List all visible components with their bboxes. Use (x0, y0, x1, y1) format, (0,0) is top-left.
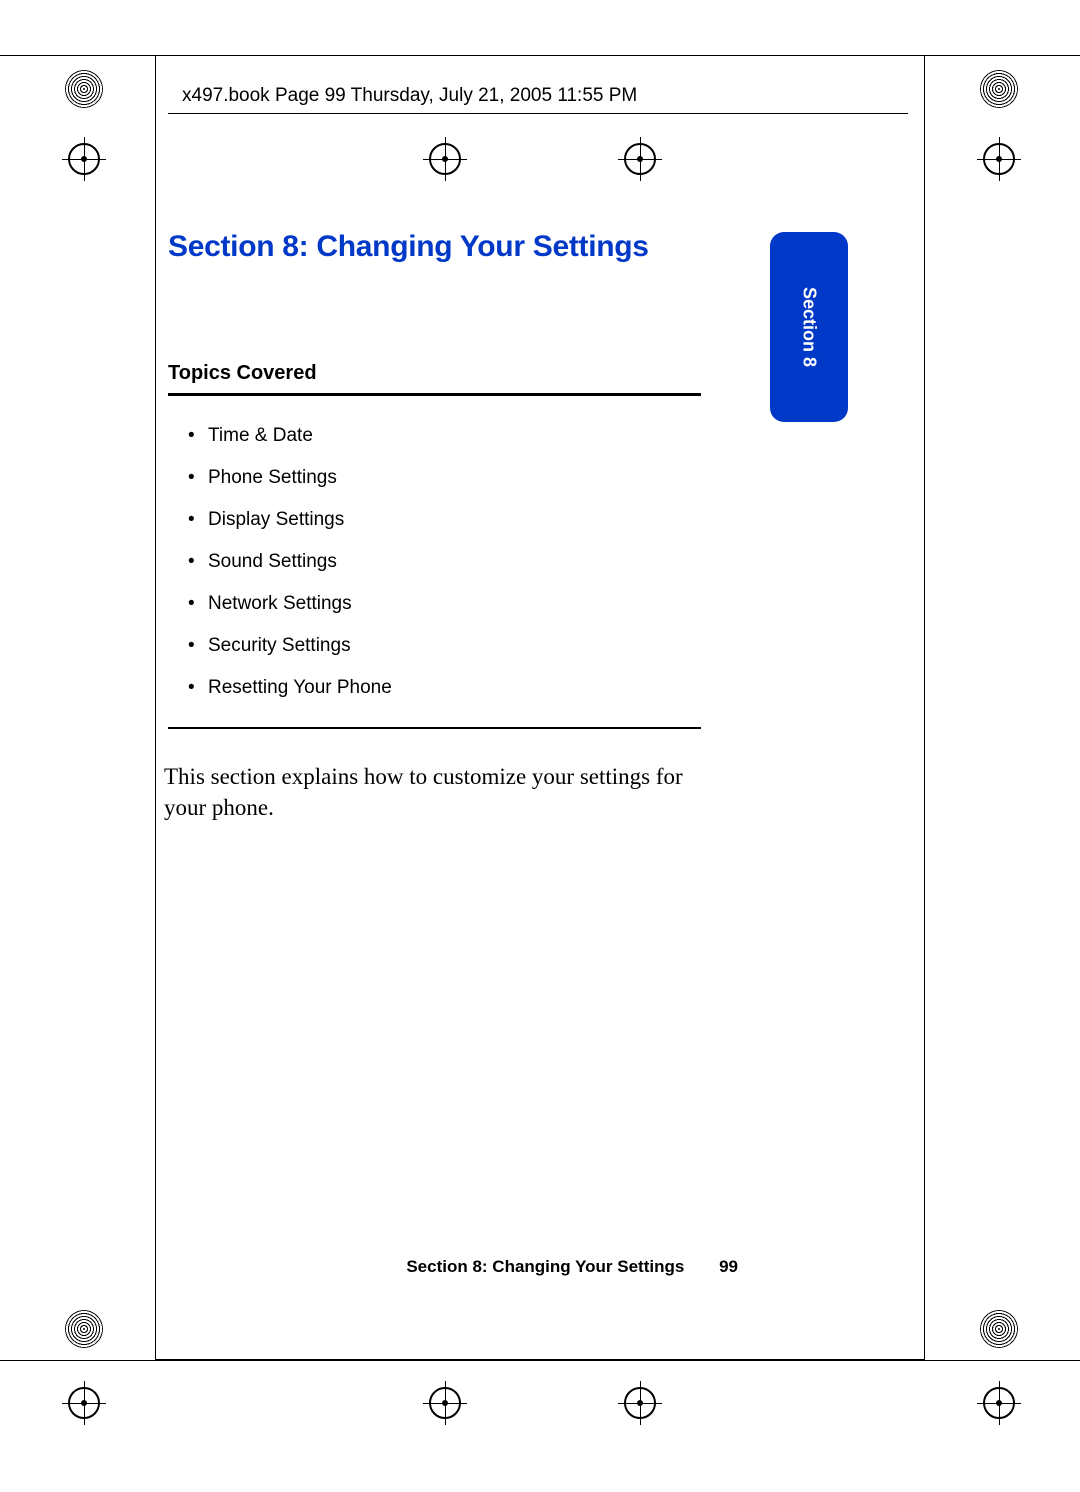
body-paragraph: This section explains how to customize y… (164, 761, 709, 823)
topics-list: Time & Date Phone Settings Display Setti… (188, 425, 392, 719)
list-item: Sound Settings (188, 551, 392, 573)
registration-mark-icon (624, 1387, 656, 1419)
spiral-icon (65, 1310, 103, 1348)
spiral-icon (980, 1310, 1018, 1348)
topics-rule-bottom (168, 727, 701, 729)
crop-line-bottom (0, 1360, 1080, 1361)
book-header: x497.book Page 99 Thursday, July 21, 200… (182, 85, 637, 107)
list-item: Display Settings (188, 509, 392, 531)
spiral-icon (65, 70, 103, 108)
spiral-icon (980, 70, 1018, 108)
section-side-tab: Section 8 (770, 232, 848, 422)
registration-mark-icon (68, 143, 100, 175)
section-title: Section 8: Changing Your Settings (168, 230, 649, 264)
registration-mark-icon (68, 1387, 100, 1419)
topics-rule-top (168, 393, 701, 396)
footer-section-title: Section 8: Changing Your Settings (406, 1257, 684, 1276)
topics-heading: Topics Covered (168, 362, 317, 385)
list-item: Network Settings (188, 593, 392, 615)
list-item: Phone Settings (188, 467, 392, 489)
registration-mark-icon (983, 1387, 1015, 1419)
section-side-tab-label: Section 8 (799, 287, 820, 367)
list-item: Resetting Your Phone (188, 677, 392, 699)
list-item: Time & Date (188, 425, 392, 447)
registration-mark-icon (429, 1387, 461, 1419)
page-footer: Section 8: Changing Your Settings 99 (168, 1257, 738, 1277)
list-item: Security Settings (188, 635, 392, 657)
registration-mark-icon (983, 143, 1015, 175)
footer-page-number: 99 (719, 1257, 738, 1276)
header-rule (168, 113, 908, 114)
